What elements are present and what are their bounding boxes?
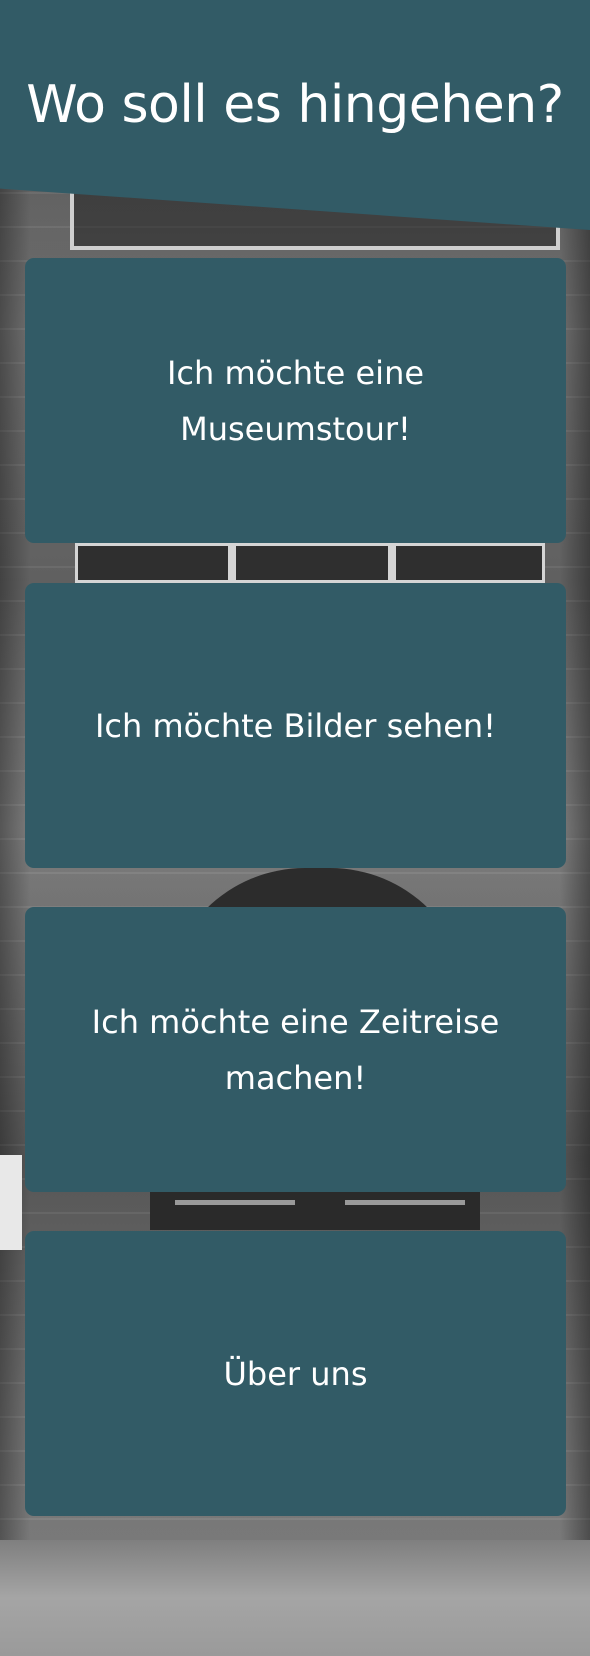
- background-door: [150, 1190, 480, 1230]
- museum-tour-button[interactable]: Ich möchte eine Museumstour!: [25, 258, 566, 543]
- view-pictures-label: Ich möchte Bilder sehen!: [94, 706, 496, 745]
- time-travel-label: Ich möchte eine Zeitreise machen!: [91, 1002, 500, 1097]
- museum-tour-label: Ich möchte eine Museumstour!: [166, 353, 425, 448]
- time-travel-button[interactable]: Ich möchte eine Zeitreise machen!: [25, 907, 566, 1192]
- view-pictures-button[interactable]: Ich möchte Bilder sehen!: [25, 583, 566, 868]
- background-window: [75, 543, 545, 583]
- page-title: Wo soll es hingehen?: [26, 75, 564, 135]
- background-side-panel: [0, 1155, 22, 1250]
- about-us-label: Über uns: [223, 1354, 368, 1393]
- background-ground: [0, 1540, 590, 1656]
- about-us-button[interactable]: Über uns: [25, 1231, 566, 1516]
